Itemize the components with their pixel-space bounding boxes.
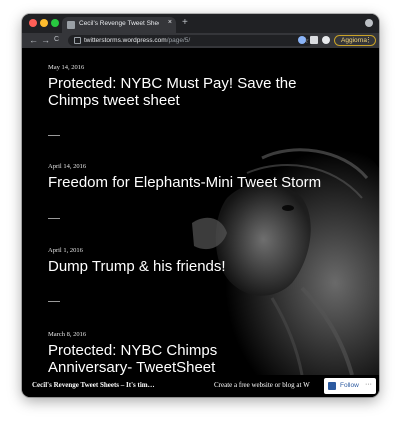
close-window-button[interactable] — [29, 19, 37, 27]
post-title-link[interactable]: Dump Trump & his friends! — [48, 258, 308, 275]
tab-bar: Cecil's Revenge Tweet Shee… × + — [22, 14, 379, 33]
post-divider — [48, 218, 60, 219]
update-button[interactable]: Aggiorna ⋮ — [334, 35, 376, 46]
tab-close-icon[interactable]: × — [168, 19, 172, 26]
post-4: March 8, 2016 Protected: NYBC Chimps Ann… — [48, 331, 268, 375]
post-date: April 14, 2016 — [48, 163, 87, 170]
post-date: March 8, 2016 — [48, 331, 87, 338]
site-favicon-icon — [67, 21, 75, 29]
address-bar[interactable]: twitterstorms.wordpress.com/page/5/ ☆ — [68, 35, 313, 46]
page-content: May 14, 2016 Protected: NYBC Must Pay! S… — [22, 48, 379, 375]
puzzle-icon[interactable] — [310, 36, 318, 44]
footer-site-name[interactable]: Cecil's Revenge Tweet Sheets – It's tim… — [32, 381, 155, 389]
post-2: April 14, 2016 Freedom for Elephants-Min… — [48, 163, 358, 191]
window-menu-icon[interactable] — [365, 19, 373, 27]
follow-button[interactable]: Follow ··· — [324, 378, 376, 394]
post-title-link[interactable]: Protected: NYBC Chimps Anniversary- Twee… — [48, 342, 268, 375]
create-site-link[interactable]: Create a free website or blog at W — [214, 381, 310, 389]
active-tab[interactable]: Cecil's Revenge Tweet Shee… × — [62, 17, 176, 33]
maximize-window-button[interactable] — [51, 19, 59, 27]
more-options-icon[interactable]: ··· — [365, 381, 372, 389]
follow-label: Follow — [340, 382, 359, 389]
update-label: Aggiorna — [341, 37, 368, 44]
post-date: May 14, 2016 — [48, 64, 85, 71]
more-menu-icon[interactable]: ⋮ — [365, 36, 372, 45]
back-button[interactable]: ← — [29, 34, 38, 46]
lock-icon[interactable] — [74, 37, 81, 44]
post-title-link[interactable]: Freedom for Elephants-Mini Tweet Storm — [48, 174, 358, 191]
minimize-window-button[interactable] — [40, 19, 48, 27]
post-1: May 14, 2016 Protected: NYBC Must Pay! S… — [48, 64, 308, 109]
post-divider — [48, 135, 60, 136]
profile-icon[interactable] — [322, 36, 330, 44]
post-date: April 1, 2016 — [48, 247, 83, 254]
post-title-link[interactable]: Protected: NYBC Must Pay! Save the Chimp… — [48, 75, 308, 109]
extension-icon[interactable] — [298, 36, 306, 44]
post-divider — [48, 301, 60, 302]
post-3: April 1, 2016 Dump Trump & his friends! — [48, 247, 308, 275]
url-text[interactable]: twitterstorms.wordpress.com/page/5/ — [84, 36, 190, 45]
forward-button[interactable]: → — [41, 34, 50, 46]
new-tab-button[interactable]: + — [182, 17, 188, 29]
tab-title: Cecil's Revenge Tweet Shee… — [79, 20, 159, 27]
browser-toolbar: ← → C twitterstorms.wordpress.com/page/5… — [22, 33, 379, 48]
browser-window: Cecil's Revenge Tweet Shee… × + ← → C tw… — [22, 14, 379, 397]
url-host: twitterstorms.wordpress.com — [84, 37, 167, 44]
reload-button[interactable]: C — [54, 34, 59, 46]
url-path: /page/5/ — [166, 37, 191, 44]
site-footer: Cecil's Revenge Tweet Sheets – It's tim…… — [22, 375, 379, 397]
follow-icon — [328, 382, 336, 390]
